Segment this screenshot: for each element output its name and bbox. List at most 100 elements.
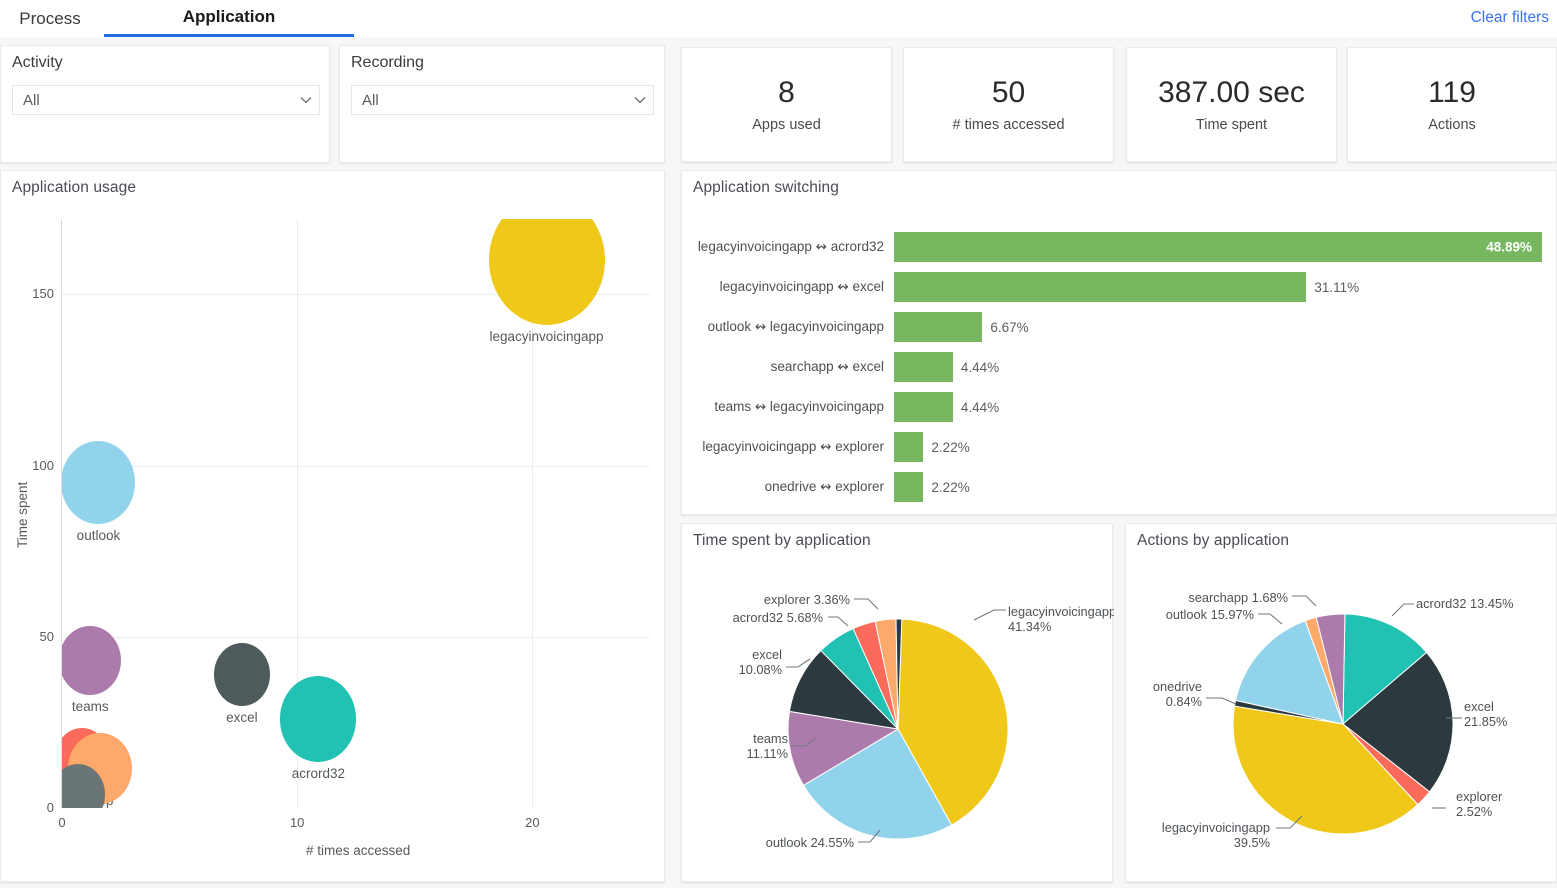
y-axis-tick: 50 xyxy=(14,629,54,644)
pie-annotation: explorer2.52% xyxy=(1432,789,1503,819)
recording-dropdown-value: All xyxy=(352,92,627,109)
tab-process[interactable]: Process xyxy=(0,0,100,37)
pie-annotation: excel10.08% xyxy=(739,647,810,677)
svg-text:39.5%: 39.5% xyxy=(1234,835,1270,850)
bar-value-label: 6.67% xyxy=(990,320,1028,335)
bar-category-label: legacyinvoicingapp ↭ explorer xyxy=(702,439,884,455)
x-axis-tick: 20 xyxy=(518,815,546,830)
bar-category-label: teams ↭ legacyinvoicingapp xyxy=(714,399,884,415)
bar-value-label: 31.11% xyxy=(1314,280,1359,295)
activity-dropdown[interactable]: All xyxy=(12,85,320,115)
bar-value-label: 4.44% xyxy=(961,360,999,375)
bar-row: onedrive ↭ explorer2.22% xyxy=(894,467,1557,507)
bar-fill[interactable] xyxy=(894,312,982,342)
bubble-legacyinvoicingapp[interactable] xyxy=(489,219,605,325)
bar-category-label: legacyinvoicingapp ↭ acrord32 xyxy=(698,239,884,255)
application-dashboard: Process Application Clear filters Activi… xyxy=(0,0,1557,888)
bar-fill[interactable]: 48.89% xyxy=(894,232,1542,262)
bar-fill[interactable] xyxy=(894,472,923,502)
pie-annotation: outlook 15.97% xyxy=(1166,607,1282,624)
kpi-label: # times accessed xyxy=(952,117,1064,133)
svg-text:onedrive: onedrive xyxy=(1153,679,1202,694)
bar-fill[interactable] xyxy=(894,432,923,462)
svg-text:legacyinvoicingapp: legacyinvoicingapp xyxy=(1008,604,1114,619)
y-axis-title: Time spent xyxy=(15,481,30,547)
tab-bar: Process Application Clear filters xyxy=(0,0,1557,37)
svg-text:2.52%: 2.52% xyxy=(1456,804,1492,819)
actions-pie-chart[interactable]: acrord32excelexplorerlegacyinvoicingappo… xyxy=(1126,524,1556,881)
bar-fill[interactable] xyxy=(894,392,953,422)
y-axis-tick: 150 xyxy=(14,286,54,301)
bar-row: outlook ↭ legacyinvoicingapp6.67% xyxy=(894,307,1557,347)
gridline-horizontal xyxy=(62,637,650,638)
y-axis-tick: 0 xyxy=(14,800,54,815)
clear-filters-link[interactable]: Clear filters xyxy=(1471,9,1549,27)
svg-text:teams: teams xyxy=(753,731,788,746)
tab-application[interactable]: Application xyxy=(104,0,354,37)
application-switching-panel: Application switching legacyinvoicingapp… xyxy=(681,170,1557,515)
kpi-card-times-accessed: 50 # times accessed xyxy=(903,47,1114,162)
bubble-teams[interactable] xyxy=(62,626,121,695)
bar-category-label: legacyinvoicingapp ↭ excel xyxy=(720,279,884,295)
bubble-outlook[interactable] xyxy=(62,441,135,524)
bubble-label-excel: excel xyxy=(226,710,258,725)
bubble-label-acrord32: acrord32 xyxy=(292,766,345,781)
pie-annotation: searchapp 1.68% xyxy=(1188,590,1316,606)
svg-text:excel: excel xyxy=(752,647,782,662)
bar-fill[interactable] xyxy=(894,352,953,382)
pie-annotation: legacyinvoicingapp41.34% xyxy=(974,604,1114,634)
kpi-label: Actions xyxy=(1428,117,1476,133)
pie-annotation: legacyinvoicingapp39.5% xyxy=(1162,816,1302,850)
actions-by-application-panel: Actions by application acrord32excelexpl… xyxy=(1125,523,1557,882)
tab-process-label: Process xyxy=(19,9,80,29)
svg-text:0.84%: 0.84% xyxy=(1166,694,1202,709)
svg-text:acrord32 13.45%: acrord32 13.45% xyxy=(1416,596,1513,611)
kpi-value: 119 xyxy=(1428,76,1476,110)
bar-value-label: 48.89% xyxy=(1486,240,1532,255)
filter-card-recording: Recording All xyxy=(339,45,665,163)
svg-text:outlook 15.97%: outlook 15.97% xyxy=(1166,607,1254,622)
bubble-label-teams: teams xyxy=(72,699,109,714)
svg-text:explorer: explorer xyxy=(1456,789,1503,804)
time-spent-by-application-panel: Time spent by application legacyinvoicin… xyxy=(681,523,1113,882)
filter-card-activity: Activity All xyxy=(0,45,330,163)
bar-row: legacyinvoicingapp ↭ explorer2.22% xyxy=(894,427,1557,467)
kpi-label: Time spent xyxy=(1196,117,1267,133)
bubble-label-legacyinvoicingapp: legacyinvoicingapp xyxy=(489,329,603,344)
recording-dropdown[interactable]: All xyxy=(351,85,654,115)
kpi-value: 8 xyxy=(778,76,795,110)
svg-text:21.85%: 21.85% xyxy=(1464,714,1507,729)
kpi-label: Apps used xyxy=(752,117,821,133)
filter-label-activity: Activity xyxy=(12,54,63,72)
pie-annotation: explorer 3.36% xyxy=(764,592,878,609)
bar-row: legacyinvoicingapp ↭ excel31.11% xyxy=(894,267,1557,307)
bar-category-label: onedrive ↭ explorer xyxy=(765,479,884,495)
kpi-card-time-spent: 387.00 sec Time spent xyxy=(1126,47,1337,162)
bar-category-label: outlook ↭ legacyinvoicingapp xyxy=(708,319,884,335)
kpi-value: 387.00 sec xyxy=(1158,76,1305,110)
bar-value-label: 2.22% xyxy=(931,480,969,495)
bar-fill[interactable] xyxy=(894,272,1306,302)
bar-row: teams ↭ legacyinvoicingapp4.44% xyxy=(894,387,1557,427)
bar-value-label: 2.22% xyxy=(931,440,969,455)
time-spent-pie-chart[interactable]: legacyinvoicingappoutlookteamsexcelacror… xyxy=(682,524,1112,881)
svg-text:acrord32 5.68%: acrord32 5.68% xyxy=(733,610,823,625)
pie-annotation: acrord32 5.68% xyxy=(733,610,848,626)
bubble-acrord32[interactable] xyxy=(280,676,356,761)
bubble-excel[interactable] xyxy=(214,643,270,706)
pie-annotation: onedrive0.84% xyxy=(1153,679,1236,709)
svg-text:searchapp 1.68%: searchapp 1.68% xyxy=(1188,590,1288,605)
application-usage-title: Application usage xyxy=(12,179,136,197)
bar-value-label: 4.44% xyxy=(961,400,999,415)
activity-dropdown-value: All xyxy=(13,92,293,109)
svg-text:explorer 3.36%: explorer 3.36% xyxy=(764,592,850,607)
gridline-horizontal xyxy=(62,466,650,467)
x-axis-tick: 0 xyxy=(48,815,76,830)
svg-text:legacyinvoicingapp: legacyinvoicingapp xyxy=(1162,820,1270,835)
pie-annotation: excel21.85% xyxy=(1446,699,1507,729)
svg-text:41.34%: 41.34% xyxy=(1008,619,1051,634)
svg-text:outlook 24.55%: outlook 24.55% xyxy=(766,835,854,850)
svg-text:10.08%: 10.08% xyxy=(739,662,782,677)
application-switching-title: Application switching xyxy=(693,179,839,197)
application-usage-plot[interactable]: legacyinvoicingappoutlookteamsexcelacror… xyxy=(62,219,650,808)
